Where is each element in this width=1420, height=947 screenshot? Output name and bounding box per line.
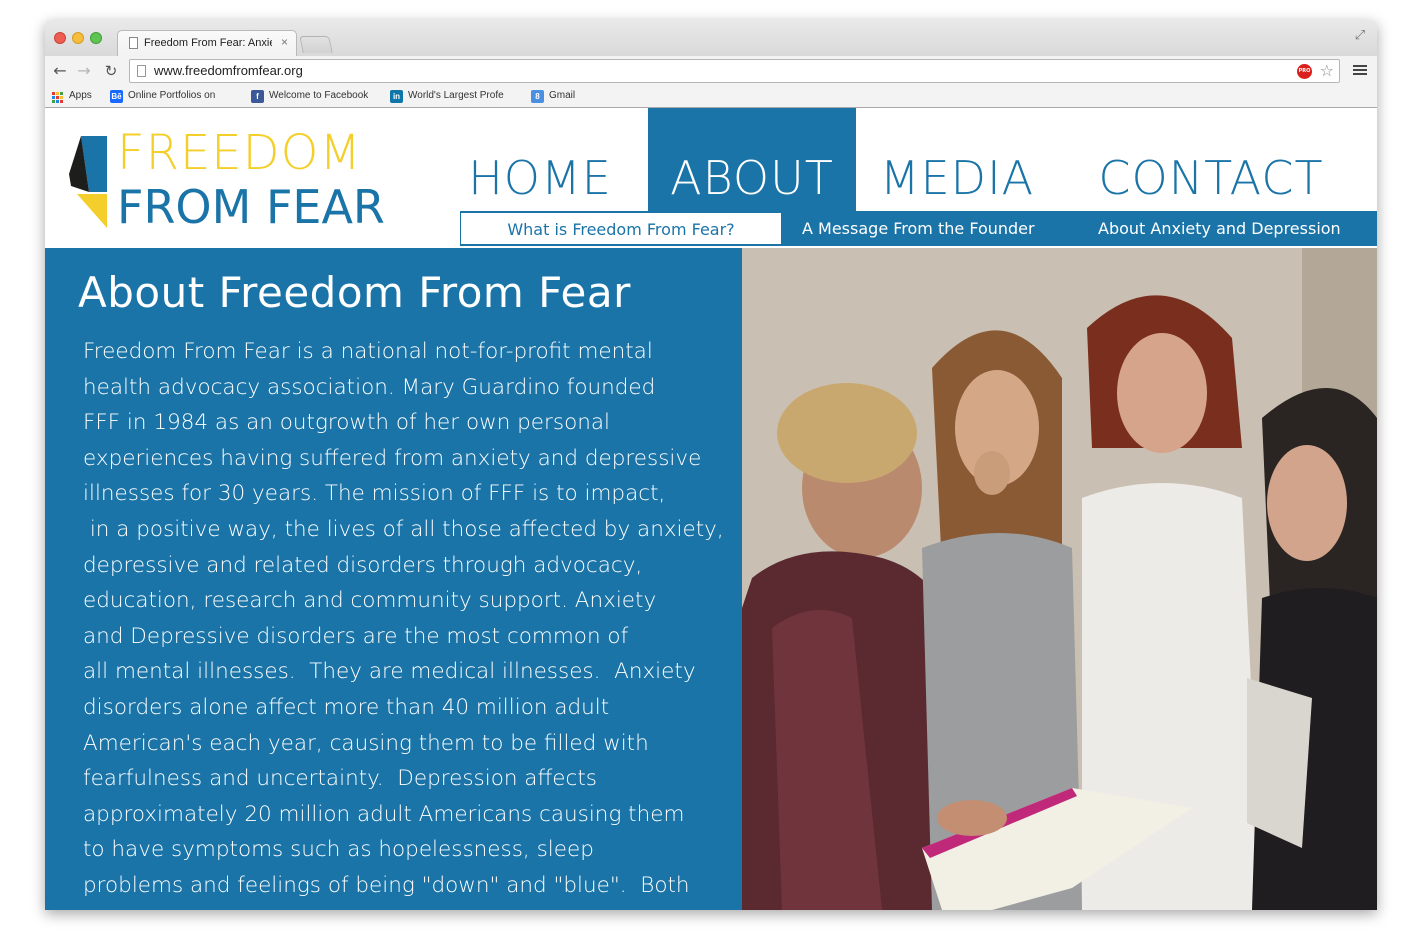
reload-icon[interactable]: ↻ [102,61,120,81]
minimize-window-button[interactable] [72,32,84,44]
url-text[interactable]: www.freedomfromfear.org [154,63,303,78]
nav-media[interactable]: MEDIA [871,108,1043,211]
browser-window: Freedom From Fear: Anxiety × ⤢ ← → ↻ www… [45,20,1377,910]
bookmark-label: Gmail [549,90,576,101]
body-line: to have symptoms such as hopelessness, s… [83,837,594,863]
subnav-what-is-fff[interactable]: What is Freedom From Fear? [460,212,782,245]
nav-contact[interactable]: CONTACT [1080,108,1342,211]
nav-about[interactable]: ABOUT [648,108,856,211]
page-title: About Freedom From Fear [78,268,631,317]
logo-text-from-fear[interactable]: FROM FEAR [117,182,385,232]
body-line: Freedom From Fear is a national not-for-… [83,339,653,364]
body-text: Freedom From Fear is a national not-for-… [83,334,724,904]
bookmark-behance[interactable]: Bē Online Portfolios on [110,89,235,104]
page-icon [129,37,138,49]
browser-toolbar: ← → ↻ www.freedomfromfear.org PRO ☆ [45,56,1377,86]
behance-icon: Bē [110,90,123,103]
bookmark-facebook[interactable]: f Welcome to Facebook [251,89,376,104]
bookmark-linkedin[interactable]: in World's Largest Profe [390,89,517,104]
logo-mark-icon [69,136,107,228]
extension-pro-icon[interactable]: PRO [1297,64,1312,79]
tab-title: Freedom From Fear: Anxiety [144,37,272,49]
zoom-window-button[interactable] [90,32,102,44]
subnav-message-from-founder[interactable]: A Message From the Founder [802,211,1035,246]
web-page: FREEDOM FROM FEAR HOME ABOUT MEDIA CONTA… [45,108,1377,910]
body-line: FFF in 1984 as an outgrowth of her own p… [83,410,611,436]
new-tab-button[interactable] [299,36,333,53]
tab-close-icon[interactable]: × [281,35,288,49]
subnav-about-anxiety[interactable]: About Anxiety and Depression [1098,211,1341,246]
google-icon: 8 [531,90,544,103]
close-window-button[interactable] [54,32,66,44]
body-line: problems and feelings of being "down" an… [83,872,690,898]
fullscreen-icon[interactable]: ⤢ [1353,29,1367,43]
apps-grid-icon [51,90,64,103]
bookmarks-bar: Apps Bē Online Portfolios on f Welcome t… [45,86,1377,108]
tab-strip: Freedom From Fear: Anxiety × ⤢ [45,20,1377,56]
forward-arrow-icon[interactable]: → [75,61,93,81]
menu-icon[interactable] [1353,63,1367,79]
page-icon [137,65,146,77]
body-line: illnesses for 30 years. The mission of F… [83,481,666,507]
bookmark-label: Welcome to Facebook [269,90,369,101]
body-line: disorders alone affect more than 40 mill… [83,694,610,720]
nav-home[interactable]: HOME [460,108,620,211]
sub-navigation: What is Freedom From Fear? A Message Fro… [460,211,1377,246]
linkedin-icon: in [390,90,403,103]
body-line: fearfulness and uncertainty. Depression … [83,766,597,792]
body-line: experiences having suffered from anxiety… [83,445,702,471]
body-line: American's each year, causing them to be… [83,730,649,756]
address-bar[interactable]: www.freedomfromfear.org PRO ☆ [129,59,1340,83]
body-line: approximately 20 million adult Americans… [83,801,685,827]
bookmark-label: Apps [69,90,92,101]
body-line: depressive and related disorders through… [83,552,643,578]
bookmark-star-icon[interactable]: ☆ [1320,61,1334,81]
hero-photo [742,248,1377,910]
facebook-icon: f [251,90,264,103]
body-line: in a positive way, the lives of all thos… [83,516,724,542]
bookmark-gmail[interactable]: 8 Gmail [531,89,591,104]
bookmark-apps[interactable]: Apps [51,89,101,104]
browser-tab[interactable]: Freedom From Fear: Anxiety × [117,30,297,56]
body-line: health advocacy association. Mary Guardi… [83,374,656,400]
logo-text-freedom[interactable]: FREEDOM [117,126,362,180]
body-line: education, research and community suppor… [83,588,657,614]
bookmark-label: Online Portfolios on [128,90,216,101]
back-arrow-icon[interactable]: ← [51,61,69,81]
body-line: all mental illnesses. They are medical i… [83,659,696,685]
content-panel: About Freedom From Fear Freedom From Fea… [45,248,742,910]
bookmark-label: World's Largest Profe [408,90,504,101]
body-line: and Depressive disorders are the most co… [83,623,629,649]
